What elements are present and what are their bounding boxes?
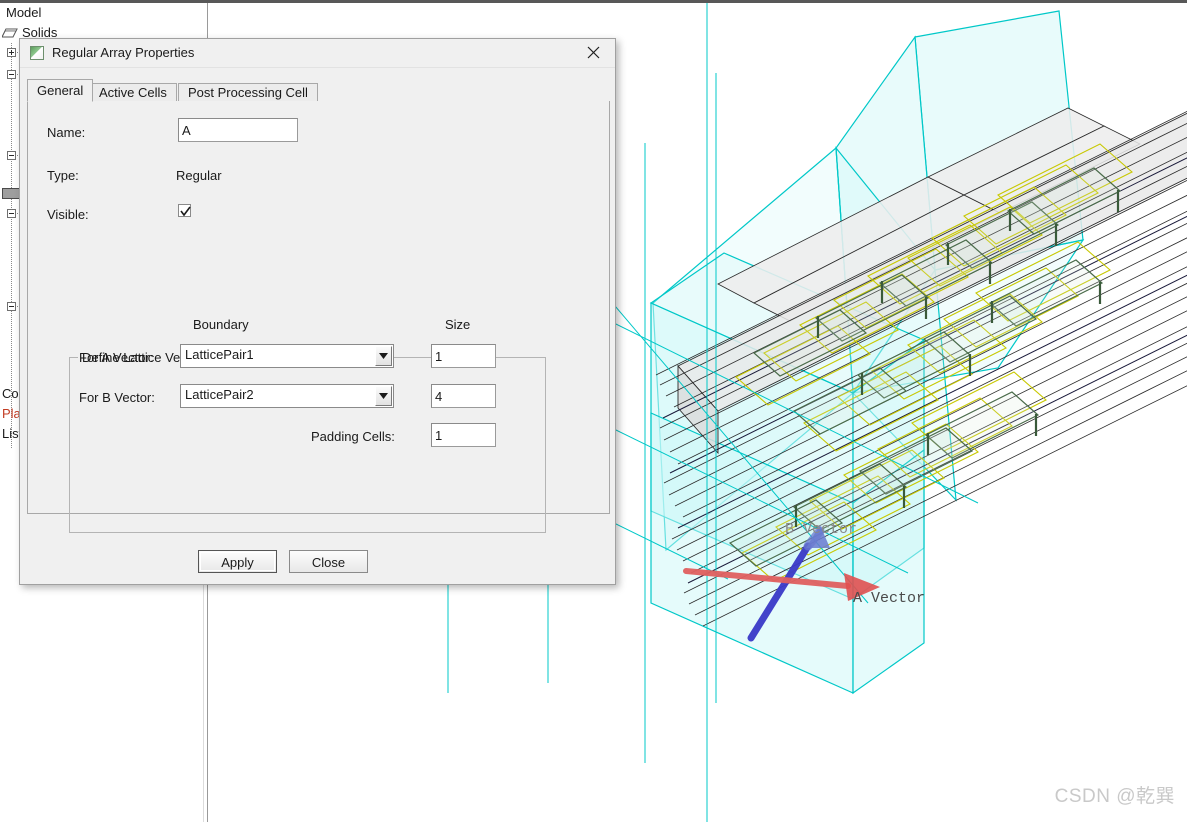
- tab-general[interactable]: General: [27, 79, 94, 102]
- tree-expand-node-1[interactable]: [7, 48, 16, 57]
- tab-post-processing-cell[interactable]: Post Processing Cell: [178, 83, 318, 101]
- a-vector-label: A Vector: [853, 590, 925, 607]
- tree-collapse-node-5[interactable]: [7, 302, 16, 311]
- chevron-down-icon-a[interactable]: [375, 346, 392, 366]
- tree-leaf-planes[interactable]: Pla: [2, 406, 21, 421]
- tree-collapse-node-2[interactable]: [7, 70, 16, 79]
- visible-label: Visible:: [47, 207, 89, 222]
- b-vector-label: B Vector: [785, 521, 857, 538]
- for-b-vector-label: For B Vector:: [79, 390, 155, 405]
- a-vector-boundary-value: LatticePair1: [185, 347, 254, 362]
- tree-collapse-node-4[interactable]: [7, 209, 16, 218]
- dialog-tabstrip: General Active Cells Post Processing Cel…: [27, 79, 610, 102]
- dialog-app-icon: [30, 46, 44, 60]
- for-a-vector-label: For A Vector:: [79, 350, 154, 365]
- b-vector-boundary-value: LatticePair2: [185, 387, 254, 402]
- close-button[interactable]: Close: [289, 550, 368, 573]
- type-value: Regular: [176, 168, 222, 183]
- chevron-down-icon-b[interactable]: [375, 386, 392, 406]
- b-vector-size-input[interactable]: [431, 384, 496, 408]
- type-label: Type:: [47, 168, 79, 183]
- padding-cells-input[interactable]: [431, 423, 496, 447]
- apply-button[interactable]: Apply: [198, 550, 277, 573]
- tab-active-cells[interactable]: Active Cells: [89, 83, 177, 101]
- dialog-title: Regular Array Properties: [52, 45, 195, 60]
- tree-collapse-node-3[interactable]: [7, 151, 16, 160]
- tree-selected-item[interactable]: [2, 188, 20, 199]
- column-header-boundary: Boundary: [193, 317, 249, 332]
- name-label: Name:: [47, 125, 86, 140]
- a-vector-boundary-select[interactable]: LatticePair1: [180, 344, 394, 368]
- application-window: Model Solids Co Pla List B Vector A Vect…: [0, 0, 1187, 822]
- tab-page-general: Name: Type: Regular Visible: Define Latt…: [27, 101, 610, 533]
- dialog-titlebar[interactable]: Regular Array Properties: [20, 39, 615, 68]
- padding-cells-label: Padding Cells:: [311, 429, 395, 444]
- tree-header-model: Model: [6, 5, 42, 20]
- panel-divider-lower: [203, 580, 204, 822]
- b-vector-boundary-select[interactable]: LatticePair2: [180, 384, 394, 408]
- close-icon[interactable]: [571, 39, 615, 66]
- solid-icon: [1, 27, 18, 40]
- column-header-size: Size: [445, 317, 471, 332]
- csdn-watermark: CSDN @乾巽: [1054, 786, 1175, 807]
- visible-checkbox[interactable]: [178, 204, 191, 217]
- name-input[interactable]: [178, 118, 298, 142]
- tree-leaf-components[interactable]: Co: [2, 386, 19, 401]
- regular-array-properties-dialog: Regular Array Properties Name: Type: Reg…: [19, 38, 616, 585]
- a-vector-size-input[interactable]: [431, 344, 496, 368]
